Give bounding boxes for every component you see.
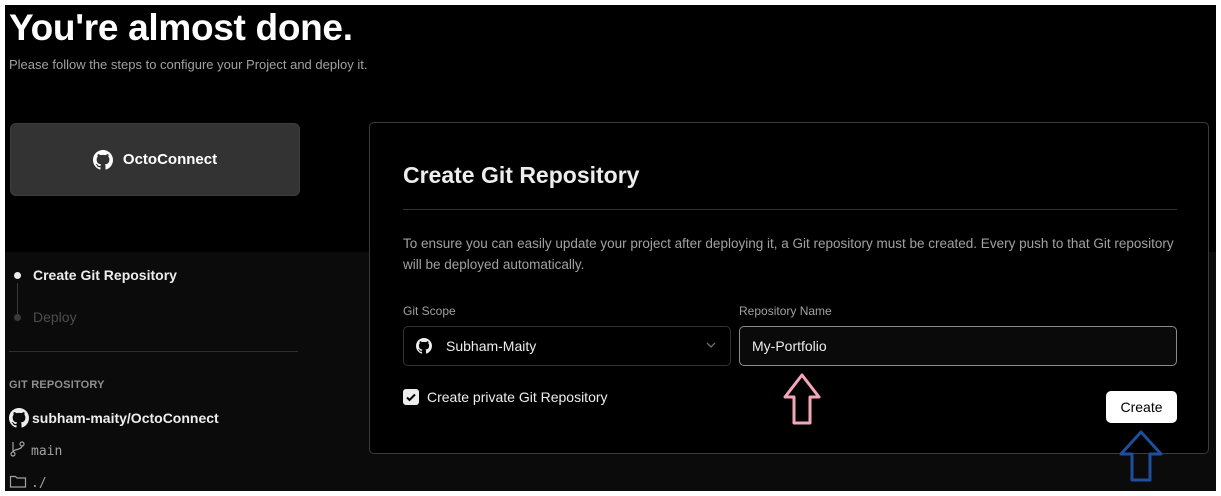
github-icon [92, 149, 113, 170]
sidebar-divider [9, 351, 298, 352]
directory-path: ./ [31, 476, 47, 491]
project-name: OctoConnect [122, 151, 218, 168]
step-create-git-repository: Create Git Repository [14, 267, 177, 283]
private-repository-label: Create private Git Repository [427, 389, 608, 405]
repo-name: subham-maity/OctoConnect [32, 410, 219, 426]
private-repository-option[interactable]: Create private Git Repository [403, 389, 608, 405]
page-frame: You're almost done. Please follow the st… [5, 5, 1216, 491]
branch-name: main [31, 444, 63, 459]
page-title: You're almost done. [9, 7, 353, 48]
page-subtitle: Please follow the steps to configure you… [9, 57, 368, 72]
git-scope-value: Subham-Maity [446, 338, 537, 354]
step-active-dot [14, 271, 21, 279]
step-deploy: Deploy [14, 309, 77, 325]
repository-name-input[interactable] [739, 326, 1177, 366]
panel-title: Create Git Repository [403, 162, 640, 188]
repo-link[interactable]: subham-maity/OctoConnect [9, 408, 219, 428]
private-repository-checkbox[interactable] [403, 389, 419, 405]
folder-icon [9, 473, 27, 491]
step-label: Deploy [33, 309, 77, 325]
git-scope-label: Git Scope [403, 304, 456, 318]
panel-divider [403, 209, 1177, 210]
create-button[interactable]: Create [1106, 391, 1177, 423]
project-card[interactable]: OctoConnect [10, 123, 300, 196]
git-scope-select[interactable]: Subham-Maity [403, 326, 731, 366]
directory-info: ./ [9, 473, 47, 491]
github-icon [416, 338, 432, 354]
branch-info: main [9, 440, 62, 463]
panel-description: To ensure you can easily update your pro… [403, 236, 1174, 272]
step-pending-dot [14, 313, 21, 321]
git-repository-heading: GIT REPOSITORY [9, 379, 105, 391]
up-arrow-annotation [782, 373, 822, 430]
repository-name-label: Repository Name [739, 304, 832, 318]
github-icon [9, 408, 29, 428]
up-arrow-annotation [1118, 430, 1164, 487]
step-label: Create Git Repository [33, 267, 177, 283]
git-branch-icon [9, 440, 27, 463]
chevron-down-icon [704, 338, 718, 357]
